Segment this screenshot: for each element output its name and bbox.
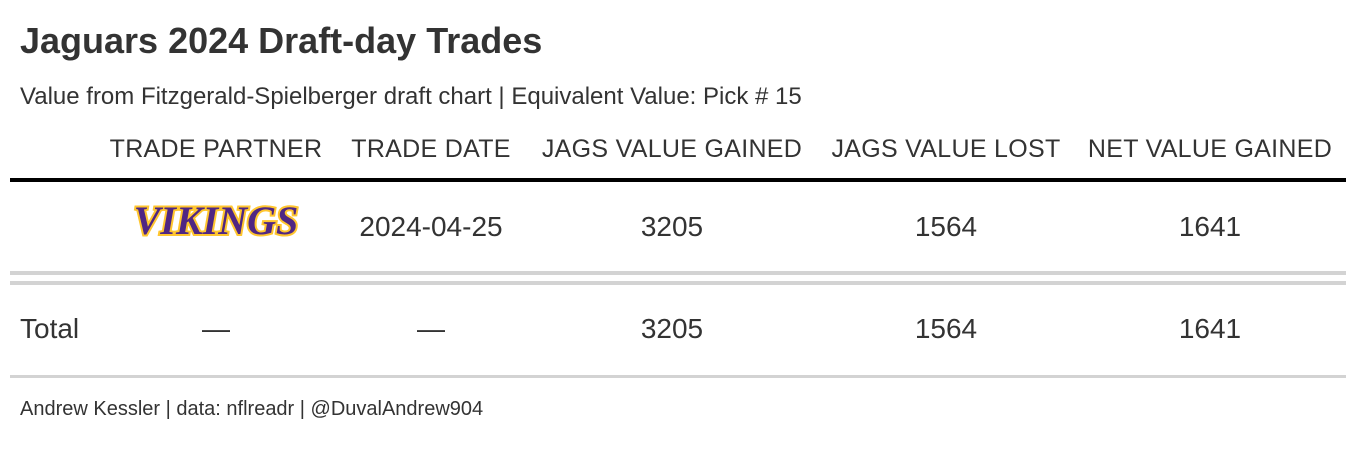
summary-divider-bottom	[10, 281, 1346, 285]
table-subtitle: Value from Fitzgerald-Spielberger draft …	[20, 83, 802, 110]
header-divider	[10, 178, 1346, 182]
column-header-net-value: NET VALUE GAINED	[1087, 135, 1333, 163]
trade-date-cell: 2024-04-25	[359, 211, 503, 242]
column-header-value-lost: JAGS VALUE LOST	[831, 135, 1061, 163]
table-title: Jaguars 2024 Draft-day Trades	[20, 20, 543, 61]
value-gained-cell: 3205	[640, 211, 704, 242]
total-partner-cell: —	[202, 313, 230, 344]
total-label: Total	[20, 313, 80, 344]
table-bottom-rule	[10, 375, 1346, 378]
net-value-cell: 1641	[1178, 211, 1242, 242]
total-value-lost-cell: 1564	[914, 313, 978, 344]
total-date-cell: —	[417, 313, 445, 344]
total-value-gained-cell: 3205	[640, 313, 704, 344]
value-lost-cell: 1564	[914, 211, 978, 242]
vikings-logo: VIKINGS VIKINGS	[132, 196, 301, 245]
total-net-value-cell: 1641	[1178, 313, 1242, 344]
summary-divider-top	[10, 271, 1346, 275]
column-header-trade-partner: TRADE PARTNER	[109, 135, 323, 163]
column-header-value-gained: JAGS VALUE GAINED	[541, 135, 803, 163]
svg-text:VIKINGS: VIKINGS	[134, 198, 299, 243]
source-note: Andrew Kessler | data: nflreadr | @Duval…	[20, 398, 484, 420]
column-header-trade-date: TRADE DATE	[351, 135, 511, 163]
